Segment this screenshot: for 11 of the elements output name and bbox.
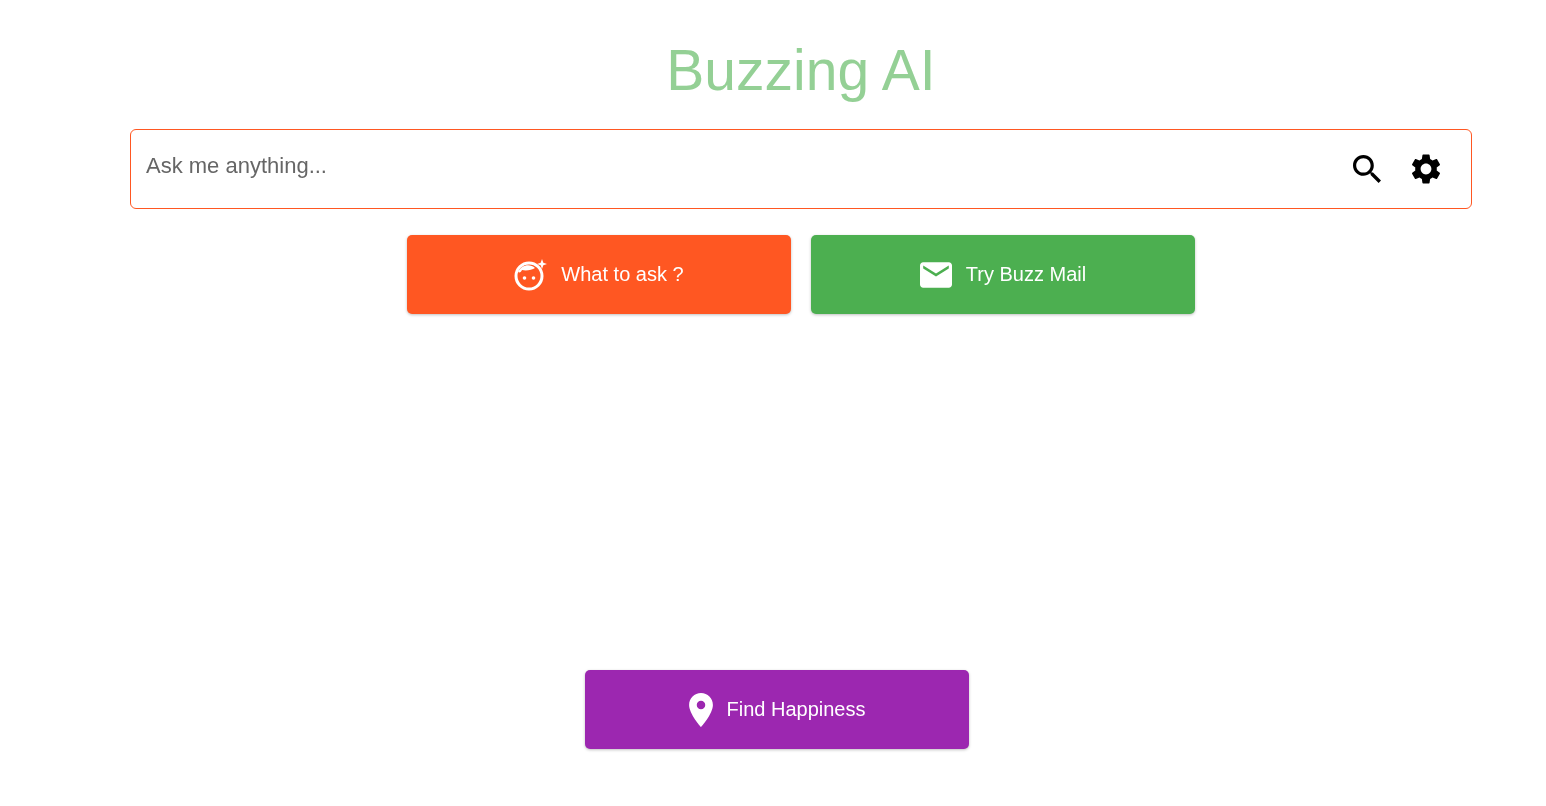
settings-icon xyxy=(1411,154,1441,184)
settings-button[interactable] xyxy=(1411,154,1441,184)
app-title: Buzzing AI xyxy=(666,38,936,102)
face-sparkle-icon xyxy=(514,258,548,291)
mail-icon xyxy=(919,261,952,288)
buzz-mail-button[interactable]: Try Buzz Mail xyxy=(811,235,1195,314)
search-icon xyxy=(1353,155,1381,183)
search-button[interactable] xyxy=(1353,155,1381,183)
what-to-ask-button[interactable]: What to ask ? xyxy=(407,235,791,314)
location-pin-icon xyxy=(688,692,713,727)
find-happiness-button[interactable]: Find Happiness xyxy=(585,670,969,749)
